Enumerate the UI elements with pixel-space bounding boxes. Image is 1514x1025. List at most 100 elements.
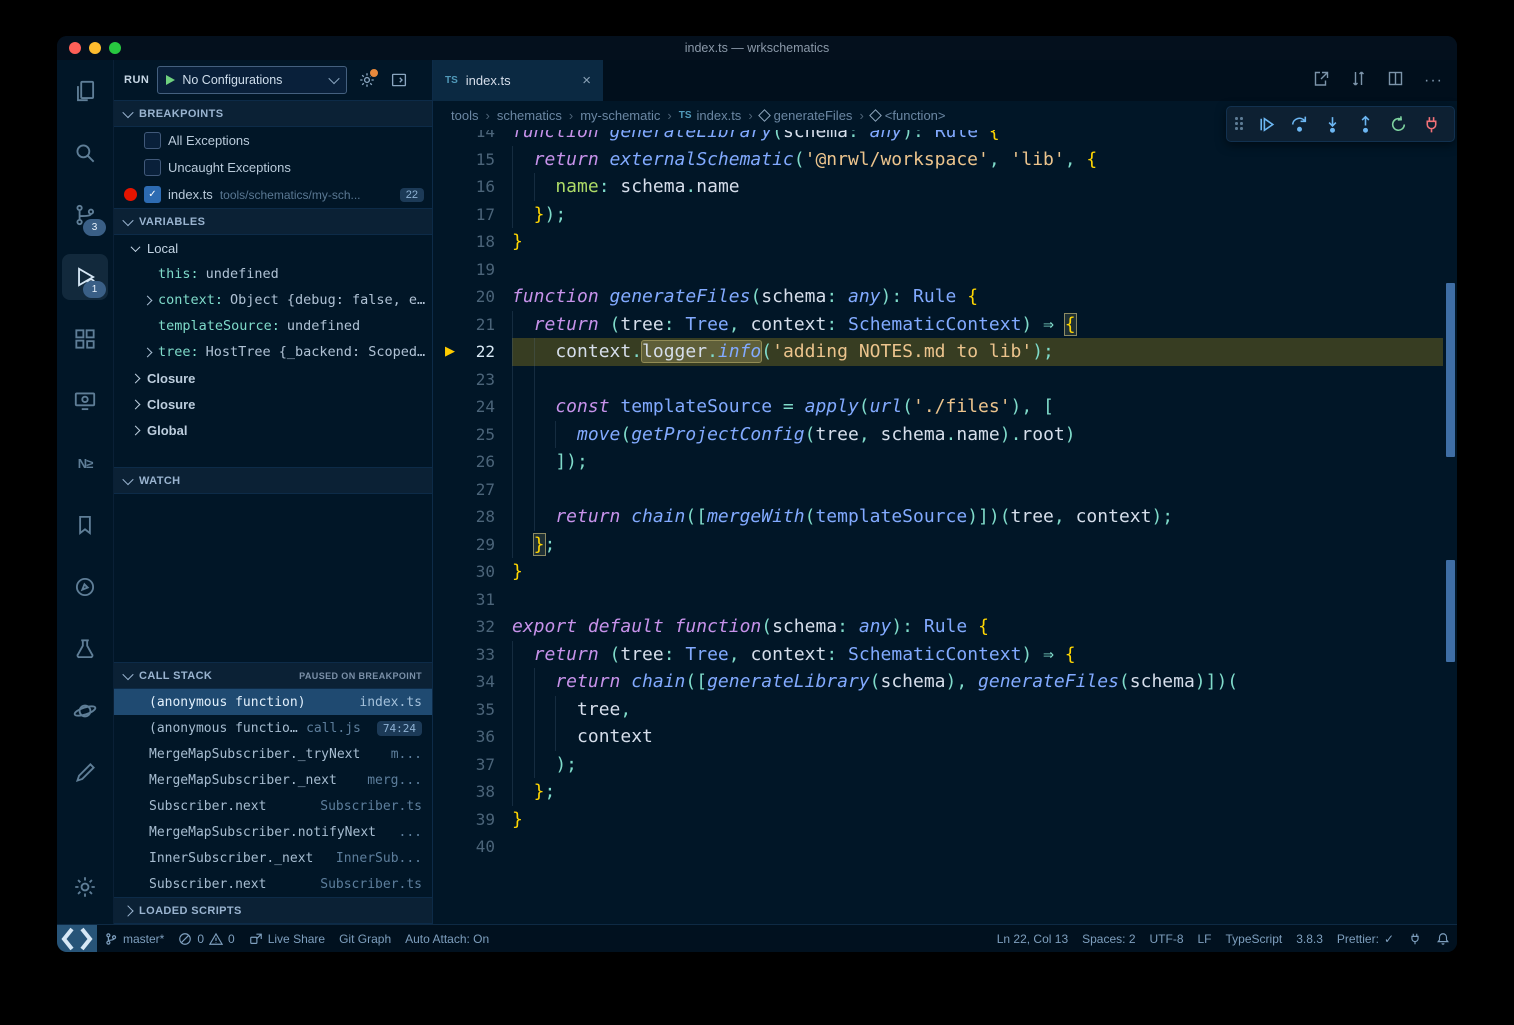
breakpoint-checkbox[interactable] <box>144 159 161 176</box>
code-text[interactable]: ]); <box>512 448 1457 476</box>
code-text[interactable]: return chain([generateLibrary(schema), g… <box>512 668 1457 696</box>
loaded-scripts-section-header[interactable]: LOADED SCRIPTS <box>114 897 432 924</box>
problems-status[interactable]: 0 0 <box>171 925 241 952</box>
code-line[interactable]: 36context <box>433 723 1457 751</box>
breadcrumb-item[interactable]: TSindex.ts <box>679 108 742 123</box>
more-actions-icon[interactable]: ··· <box>1424 72 1443 90</box>
code-text[interactable]: const templateSource = apply(url('./file… <box>512 393 1457 421</box>
scrollbar[interactable] <box>1443 130 1457 924</box>
breakpoint-checkbox[interactable] <box>144 132 161 149</box>
callstack-frame[interactable]: InnerSubscriber._nextInnerSub... <box>114 845 432 871</box>
variable-item[interactable]: tree:HostTree {_backend: ScopedH... <box>114 339 432 365</box>
line-number[interactable]: 22▶ <box>433 338 512 366</box>
line-number[interactable]: 35 <box>433 696 512 724</box>
line-number[interactable]: 32 <box>433 613 512 641</box>
breadcrumb-item[interactable]: generateFiles <box>760 108 853 123</box>
code-text[interactable]: } <box>512 558 1457 586</box>
line-number[interactable]: 36 <box>433 723 512 751</box>
code-line[interactable]: 24const templateSource = apply(url('./fi… <box>433 393 1457 421</box>
breadcrumb-item[interactable]: schematics <box>497 108 562 123</box>
continue-button[interactable] <box>1250 109 1283 139</box>
line-number[interactable]: 15 <box>433 146 512 174</box>
launch-configuration-dropdown[interactable]: No Configurations <box>157 66 347 94</box>
code-text[interactable] <box>512 833 1457 861</box>
variable-item[interactable]: templateSource:undefined <box>114 313 432 339</box>
remote-explorer-icon[interactable] <box>62 378 108 424</box>
code-line[interactable]: 31 <box>433 586 1457 614</box>
line-number[interactable]: 34 <box>433 668 512 696</box>
callstack-frame[interactable]: (anonymous function)index.ts <box>114 689 432 715</box>
feedback-icon[interactable] <box>1401 925 1429 952</box>
close-tab-icon[interactable]: × <box>582 72 591 89</box>
git-compare-icon[interactable] <box>1350 70 1367 92</box>
line-number[interactable]: 40 <box>433 833 512 861</box>
code-line[interactable]: 30} <box>433 558 1457 586</box>
git-graph-button[interactable]: Git Graph <box>332 925 398 952</box>
bookmarks-icon[interactable] <box>62 502 108 548</box>
code-text[interactable]: }); <box>512 201 1457 229</box>
code-line[interactable]: 23 <box>433 366 1457 394</box>
code-line[interactable]: 27 <box>433 476 1457 504</box>
line-number[interactable]: 23 <box>433 366 512 394</box>
code-line[interactable]: 17}); <box>433 201 1457 229</box>
code-text[interactable]: tree, <box>512 696 1457 724</box>
planet-extension-icon[interactable] <box>62 688 108 734</box>
cursor-position[interactable]: Ln 22, Col 13 <box>990 925 1075 952</box>
auto-attach-status[interactable]: Auto Attach: On <box>398 925 496 952</box>
breadcrumb-item[interactable]: tools <box>451 108 478 123</box>
breakpoint-item[interactable]: ✓index.tstools/schematics/my-sch...22 <box>114 181 432 208</box>
line-number[interactable]: 19 <box>433 256 512 284</box>
settings-gear-icon[interactable] <box>62 864 108 910</box>
breakpoint-checkbox[interactable]: ✓ <box>144 186 161 203</box>
code-text[interactable]: }; <box>512 531 1457 559</box>
callstack-frame[interactable]: Subscriber.nextSubscriber.ts <box>114 871 432 897</box>
code-line[interactable]: 20function generateFiles(schema: any): R… <box>433 283 1457 311</box>
code-line[interactable]: 32export default function(schema: any): … <box>433 613 1457 641</box>
start-debug-icon[interactable] <box>166 75 175 85</box>
line-number[interactable]: 21 <box>433 311 512 339</box>
nx-console-icon[interactable]: N≥ <box>62 440 108 486</box>
encoding-status[interactable]: UTF-8 <box>1143 925 1191 952</box>
run-debug-icon[interactable]: 1 <box>62 254 108 300</box>
code-text[interactable]: move(getProjectConfig(tree, schema.name)… <box>512 421 1457 449</box>
code-line[interactable]: 25move(getProjectConfig(tree, schema.nam… <box>433 421 1457 449</box>
explorer-icon[interactable] <box>62 68 108 114</box>
breakpoint-item[interactable]: All Exceptions <box>114 127 432 154</box>
code-text[interactable]: } <box>512 228 1457 256</box>
step-out-button[interactable] <box>1349 109 1382 139</box>
line-number[interactable]: 20 <box>433 283 512 311</box>
variable-item[interactable]: context:Object {debug: false, en... <box>114 287 432 313</box>
callstack-frame[interactable]: Subscriber.nextSubscriber.ts <box>114 793 432 819</box>
line-number[interactable]: 27 <box>433 476 512 504</box>
split-editor-icon[interactable] <box>1387 70 1404 92</box>
line-number[interactable]: 18 <box>433 228 512 256</box>
code-line[interactable]: 19 <box>433 256 1457 284</box>
line-number[interactable]: 38 <box>433 778 512 806</box>
debug-settings-gear-icon[interactable] <box>355 68 379 92</box>
line-number[interactable]: 28 <box>433 503 512 531</box>
variable-item[interactable]: this:undefined <box>114 261 432 287</box>
line-number[interactable]: 33 <box>433 641 512 669</box>
git-branch-status[interactable]: master* <box>97 925 171 952</box>
language-mode-status[interactable]: TypeScript <box>1219 925 1290 952</box>
watch-section-header[interactable]: WATCH <box>114 467 432 494</box>
code-text[interactable]: return (tree: Tree, context: SchematicCo… <box>512 311 1457 339</box>
breadcrumb-item[interactable]: my-schematic <box>580 108 660 123</box>
step-into-button[interactable] <box>1316 109 1349 139</box>
code-text[interactable]: }; <box>512 778 1457 806</box>
line-number[interactable]: 16 <box>433 173 512 201</box>
typescript-version[interactable]: 3.8.3 <box>1289 925 1330 952</box>
prettier-status[interactable]: Prettier: ✓ <box>1330 925 1401 952</box>
line-number[interactable]: 24 <box>433 393 512 421</box>
callstack-frame[interactable]: MergeMapSubscriber._tryNextm... <box>114 741 432 767</box>
code-text[interactable]: } <box>512 806 1457 834</box>
line-number[interactable]: 25 <box>433 421 512 449</box>
step-over-button[interactable] <box>1283 109 1316 139</box>
code-text[interactable]: context.logger.info('adding NOTES.md to … <box>512 338 1457 366</box>
code-text[interactable]: export default function(schema: any): Ru… <box>512 613 1457 641</box>
variable-scope[interactable]: Closure <box>114 365 432 391</box>
eol-status[interactable]: LF <box>1191 925 1219 952</box>
code-line[interactable]: 26]); <box>433 448 1457 476</box>
code-text[interactable] <box>512 586 1457 614</box>
code-line[interactable]: 34return chain([generateLibrary(schema),… <box>433 668 1457 696</box>
